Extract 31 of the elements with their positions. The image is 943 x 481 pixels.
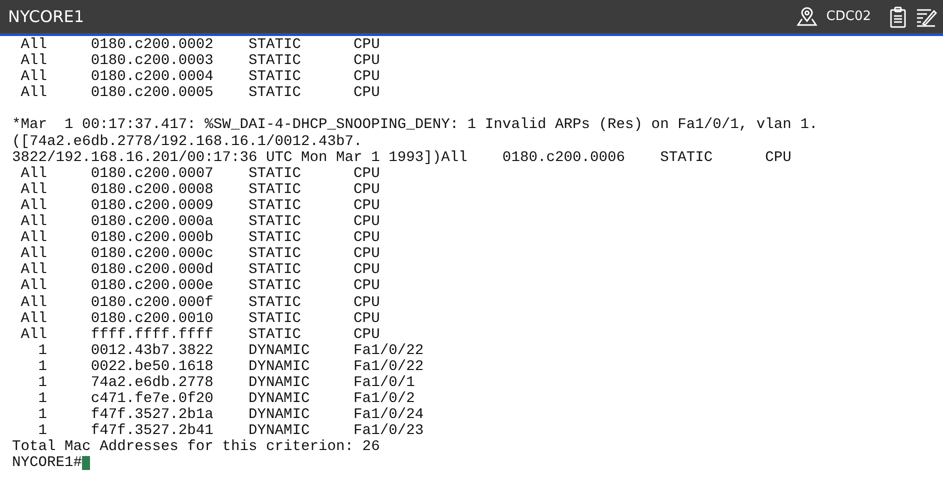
clipboard-icon[interactable] <box>889 6 907 28</box>
terminal-line: 1 74a2.e6db.2778 DYNAMIC Fa1/0/1 <box>37 374 416 391</box>
terminal-line: 1 c471.fe7e.0f20 DYNAMIC Fa1/0/2 <box>37 391 415 408</box>
terminal-line: All 0180.c200.0005 STATIC CPU <box>20 85 381 102</box>
terminal-line: 1 f47f.3527.2b41 DYNAMIC Fa1/0/23 <box>38 423 425 440</box>
terminal-line: All 0180.c200.0008 STATIC CPU <box>20 182 381 198</box>
terminal-line: All 0180.c200.0003 STATIC CPU <box>20 53 381 70</box>
terminal-line: All 0180.c200.000a STATIC CPU <box>20 214 381 230</box>
terminal-line: All 0180.c200.000e STATIC CPU <box>20 278 381 294</box>
terminal-line: Total Mac Addresses for this criterion: 26 <box>12 439 381 456</box>
map-pin-icon[interactable] <box>796 6 818 26</box>
terminal-line: 1 0012.43b7.3822 DYNAMIC Fa1/0/22 <box>37 342 425 359</box>
terminal-line: All 0180.c200.0010 STATIC CPU <box>20 310 381 327</box>
terminal-line: All 0180.c200.000b STATIC CPU <box>20 230 381 246</box>
window-title: NYCORE1 <box>8 7 86 26</box>
terminal-line: *Mar 1 00:17:37.417: %SW_DAI-4-DHCP_SNOOPING_DENY: 1 Invalid ARPs (Res) on Fa1/0/1, vlan 1. <box>12 117 819 134</box>
terminal-line: 3822/192.168.16.201/00:17:36 UTC Mon Mar 1 1993])All 0180.c200.0006 STATIC CPU <box>12 150 792 166</box>
terminal-line: ([74a2.e6db.2778/192.168.16.1/0012.43b7. <box>12 134 364 150</box>
terminal-prompt: NYCORE1# <box>12 455 82 472</box>
terminal-line: 1 f47f.3527.2b1a DYNAMIC Fa1/0/24 <box>37 407 425 424</box>
terminal-line: All 0180.c200.000f STATIC CPU <box>20 294 381 311</box>
site-label: CDC02 <box>826 9 871 24</box>
terminal-line: All ffff.ffff.ffff STATIC CPU <box>20 326 381 343</box>
terminal-line: All 0180.c200.0007 STATIC CPU <box>20 166 381 182</box>
terminal-line: All 0180.c200.000c STATIC CPU <box>20 246 381 262</box>
terminal-line: All 0180.c200.0009 STATIC CPU <box>20 198 381 214</box>
terminal-line: All 0180.c200.0004 STATIC CPU <box>20 69 381 86</box>
terminal-line: 1 0022.be50.1618 DYNAMIC Fa1/0/22 <box>37 358 425 375</box>
text-cursor <box>82 456 90 470</box>
terminal-line: All 0180.c200.000d STATIC CPU <box>20 262 381 278</box>
terminal-line: All 0180.c200.0002 STATIC CPU <box>20 37 381 53</box>
